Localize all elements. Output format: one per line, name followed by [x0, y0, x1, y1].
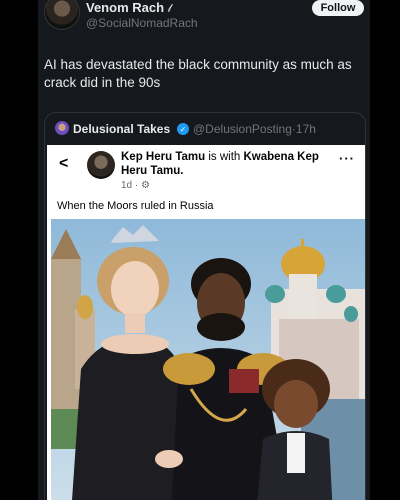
fb-author-name: Kep Heru Tamu — [121, 151, 206, 163]
fb-timestamp: 1d · ⚙ — [121, 180, 150, 191]
quote-display-name[interactable]: Delusional Takes — [73, 122, 170, 136]
fb-author-avatar — [87, 151, 115, 179]
follow-button[interactable]: Follow — [312, 0, 364, 16]
fb-time-text: 1d · — [121, 180, 139, 191]
post-image-art — [51, 219, 365, 500]
quoted-tweet[interactable]: Delusional Takes ✓ @DelusionPosting·17h … — [44, 112, 366, 500]
quote-avatar[interactable] — [55, 121, 69, 135]
more-options-icon: ··· — [339, 151, 355, 166]
post-image — [51, 219, 365, 500]
display-name-text[interactable]: Venom Rach — [86, 0, 164, 15]
quote-handle[interactable]: @DelusionPosting — [193, 122, 292, 136]
fb-caption: When the Moors ruled in Russia — [57, 200, 214, 212]
fb-author-line: Kep Heru Tamu is with Kwabena Kep Heru T… — [121, 150, 321, 178]
handle[interactable]: @SocialNomadRach — [86, 16, 198, 30]
quote-handle-time: @DelusionPosting·17h — [193, 122, 316, 136]
back-arrow-icon[interactable]: < — [59, 155, 68, 173]
fb-with-text: is with — [205, 151, 244, 163]
quill-icon: 𝓁 — [167, 3, 172, 15]
quote-time: ·17h — [291, 122, 316, 136]
tweet-text: AI has devastated the black community as… — [44, 57, 352, 90]
settings-icon: ⚙ — [141, 180, 150, 191]
left-margin — [0, 0, 38, 500]
facebook-post-screenshot: < Kep Heru Tamu is with Kwabena Kep Heru… — [47, 145, 365, 500]
verified-icon: ✓ — [177, 123, 189, 135]
avatar[interactable] — [44, 0, 80, 30]
display-name[interactable]: Venom Rach 𝓁 — [86, 0, 171, 16]
tweet-panel: Venom Rach 𝓁 @SocialNomadRach Follow AI … — [38, 0, 370, 500]
right-margin — [370, 0, 400, 500]
